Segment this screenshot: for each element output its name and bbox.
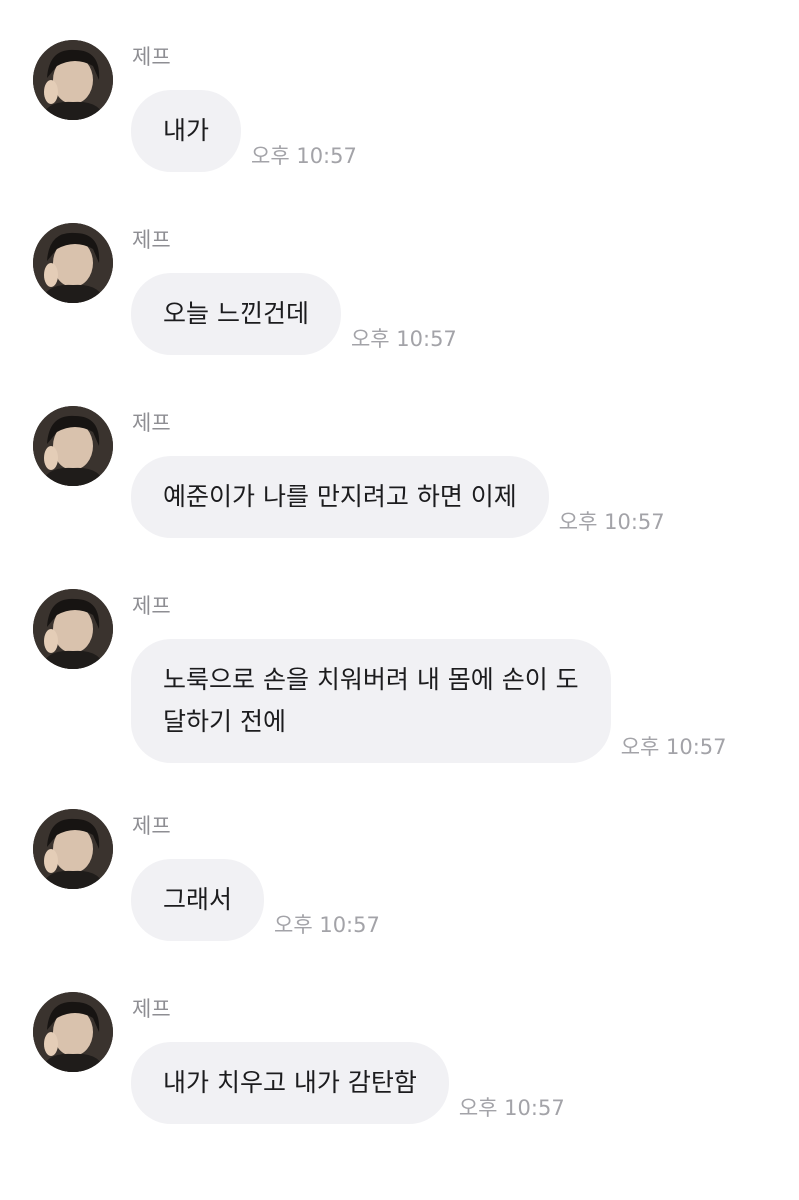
avatar-photo-icon: [33, 406, 113, 486]
message-bubble[interactable]: 내가: [131, 90, 242, 172]
avatar-photo-icon: [33, 809, 113, 889]
avatar-photo-icon: [33, 40, 113, 120]
timestamp: 오후 10:57: [274, 913, 380, 937]
sender-name: 제프: [132, 997, 171, 1021]
message-text: 노룩으로 손을 치워버려 내 몸에 손이 도: [163, 665, 579, 694]
message-text: 그래서: [163, 885, 233, 914]
avatar[interactable]: [33, 406, 113, 486]
message-bubble[interactable]: 내가 치우고 내가 감탄함: [131, 1042, 449, 1124]
message-bubble[interactable]: 예준이가 나를 만지려고 하면 이제: [131, 456, 549, 538]
message-bubble[interactable]: 오늘 느낀건데: [131, 273, 341, 355]
sender-name: 제프: [132, 594, 171, 618]
avatar-photo-icon: [33, 589, 113, 669]
avatar[interactable]: [33, 589, 113, 669]
timestamp: 오후 10:57: [458, 1096, 565, 1120]
chat-thread[interactable]: 제프 내가 오후 10:57 제프 오늘 느낀건데 오후 10:57 제프 예준…: [0, 0, 799, 1200]
message-text: 오늘 느낀건데: [163, 299, 309, 328]
sender-name: 제프: [132, 814, 171, 838]
timestamp: 오후 10:57: [558, 510, 665, 534]
timestamp: 오후 10:57: [350, 327, 457, 351]
avatar[interactable]: [33, 40, 113, 120]
sender-name: 제프: [132, 45, 171, 69]
sender-name: 제프: [132, 411, 171, 435]
message-text: 내가: [163, 116, 210, 145]
timestamp: 오후 10:57: [251, 144, 357, 168]
sender-name: 제프: [132, 228, 171, 252]
message-bubble[interactable]: 노룩으로 손을 치워버려 내 몸에 손이 도 달하기 전에: [131, 639, 611, 763]
avatar[interactable]: [33, 992, 113, 1072]
timestamp: 오후 10:57: [620, 735, 727, 759]
message-text: 달하기 전에: [163, 707, 286, 736]
avatar-photo-icon: [33, 992, 113, 1072]
message-bubble[interactable]: 그래서: [131, 859, 265, 941]
avatar[interactable]: [33, 809, 113, 889]
message-text: 내가 치우고 내가 감탄함: [163, 1068, 417, 1097]
avatar-photo-icon: [33, 223, 113, 303]
message-text: 예준이가 나를 만지려고 하면 이제: [163, 482, 517, 511]
avatar[interactable]: [33, 223, 113, 303]
